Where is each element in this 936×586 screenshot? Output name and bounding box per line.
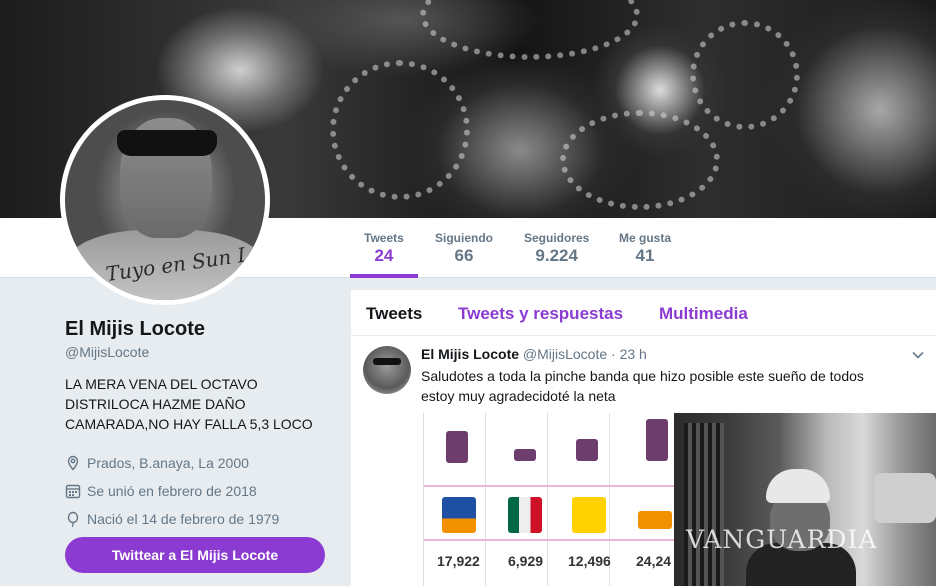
- stat-value: 24: [374, 246, 394, 265]
- profile-name[interactable]: El Mijis Locote: [65, 316, 335, 342]
- stat-label: Tweets: [364, 231, 404, 245]
- profile-joined: Se unió en febrero de 2018: [65, 482, 335, 500]
- media-bar: [576, 439, 598, 461]
- party-logo-icon: [572, 497, 606, 533]
- tweet-media-image[interactable]: 17,922 6,929 12,496 24,24: [423, 413, 676, 586]
- stat-tweets[interactable]: Tweets 24: [350, 230, 418, 278]
- party-logo-icon: [508, 497, 542, 533]
- photo-door: [684, 423, 724, 586]
- media-bar: [646, 419, 668, 461]
- timeline-tabs: Tweets Tweets y respuestas Multimedia: [351, 290, 936, 336]
- stat-label: Siguiendo: [435, 231, 493, 245]
- photo-car: [874, 473, 936, 523]
- location-text: Prados, B.anaya, La 2000: [87, 455, 249, 471]
- tab-media[interactable]: Multimedia: [659, 304, 748, 324]
- stat-label: Seguidores: [524, 231, 590, 245]
- stat-followers[interactable]: Seguidores 9.224: [510, 230, 603, 278]
- tweet-to-button[interactable]: Twittear a El Mijis Locote: [65, 537, 325, 573]
- stat-value: 41: [635, 246, 655, 265]
- overlay-photo: VANGUARDIA: [674, 413, 936, 586]
- media-number: 12,496: [568, 553, 611, 569]
- calendar-icon: [65, 484, 81, 499]
- media-divider: [424, 539, 676, 541]
- profile-handle: @MijisLocote: [65, 344, 150, 360]
- birthday-text: Nació el 14 de febrero de 1979: [87, 511, 280, 527]
- stat-label: Me gusta: [619, 231, 672, 245]
- profile-bio: LA MERA VENA DEL OCTAVO DISTRILOCA HAZME…: [65, 376, 313, 432]
- profile-card: El Mijis Locote @MijisLocote LA MERA VEN…: [65, 316, 335, 528]
- tweet-avatar[interactable]: [363, 346, 411, 394]
- media-divider: [424, 485, 676, 487]
- media-number: 17,922: [437, 553, 480, 569]
- balloon-icon: [67, 511, 79, 527]
- tweet-time[interactable]: · 23 h: [611, 346, 647, 362]
- photo-cap: [766, 469, 830, 503]
- avatar-sunglasses: [117, 130, 217, 156]
- media-bar: [446, 431, 468, 463]
- media-bar: [514, 449, 536, 461]
- media-number: 6,929: [508, 553, 544, 569]
- party-logo-icon: [442, 497, 476, 533]
- photo-watermark: VANGUARDIA: [686, 525, 878, 554]
- stat-value: 66: [454, 246, 474, 265]
- stat-likes[interactable]: Me gusta 41: [605, 230, 685, 278]
- tweet-author-name[interactable]: El Mijis Locote: [421, 346, 519, 362]
- profile-location: Prados, B.anaya, La 2000: [65, 454, 335, 472]
- avatar-photo: Tuyo en Sun Luis: [65, 100, 265, 300]
- joined-text: Se unió en febrero de 2018: [87, 483, 257, 499]
- tab-tweets-replies[interactable]: Tweets y respuestas: [458, 304, 623, 324]
- tweet-author-handle[interactable]: @MijisLocote: [523, 346, 607, 362]
- party-logo-icon: [638, 511, 672, 529]
- stat-following[interactable]: Siguiendo 66: [421, 230, 507, 278]
- stat-value: 9.224: [535, 246, 578, 265]
- profile-birthday: Nació el 14 de febrero de 1979: [65, 510, 335, 528]
- tweet-text: Saludotes a toda la pinche banda que hiz…: [421, 368, 864, 404]
- chevron-down-icon[interactable]: [911, 348, 925, 362]
- avatar-sunglasses: [373, 358, 401, 365]
- media-number: 24,24: [636, 553, 672, 569]
- profile-avatar[interactable]: Tuyo en Sun Luis: [60, 95, 270, 305]
- tweet-header: El Mijis Locote @MijisLocote · 23 h: [421, 346, 647, 362]
- location-icon: [67, 455, 79, 471]
- tab-tweets[interactable]: Tweets: [366, 304, 422, 324]
